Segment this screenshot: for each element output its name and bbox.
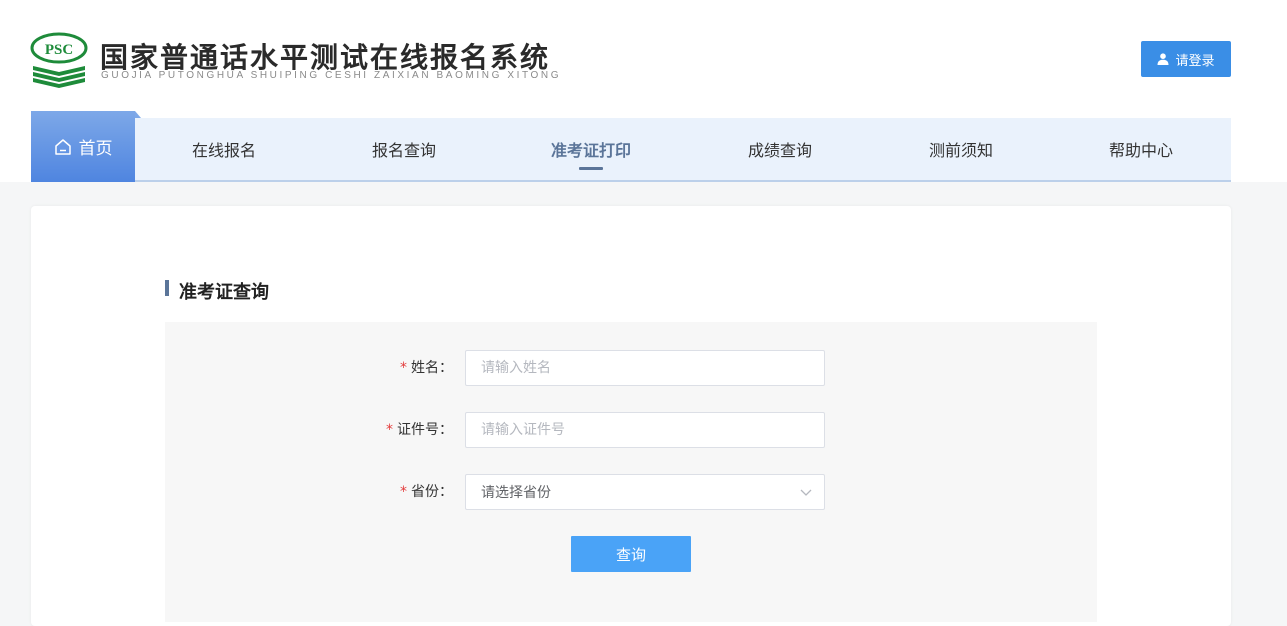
province-label: * 省份： xyxy=(400,484,453,500)
top-header: PSC 国家普通话水平测试在线报名系统 GUOJIA PUTONGHUA SHU… xyxy=(0,0,1287,182)
svg-text:PSC: PSC xyxy=(45,42,73,58)
nav-score-query[interactable]: 成绩查询 xyxy=(690,118,870,180)
id-number-label: * 证件号： xyxy=(386,422,453,438)
nav-online-registration[interactable]: 在线报名 xyxy=(134,118,314,180)
id-number-row: * 证件号： xyxy=(165,412,1097,448)
query-form: *姓名： *证件号： *省份： 请选择省份 查询 xyxy=(165,322,1097,622)
required-mark: * xyxy=(400,360,407,376)
query-button[interactable]: 查询 xyxy=(571,536,691,572)
required-mark: * xyxy=(400,484,407,500)
name-row: * 姓名： xyxy=(165,350,1097,386)
chevron-down-icon xyxy=(800,489,812,496)
main-nav: 首页 在线报名 报名查询 准考证打印 成绩查询 测前须知 帮助中心 xyxy=(31,111,1231,182)
nav-help-center[interactable]: 帮助中心 xyxy=(1051,118,1231,180)
user-icon xyxy=(1157,53,1169,65)
name-label: * 姓名： xyxy=(400,360,453,376)
home-icon xyxy=(54,138,71,155)
login-button[interactable]: 请登录 xyxy=(1141,41,1231,77)
id-number-input[interactable] xyxy=(465,412,825,448)
nav-admission-ticket-print[interactable]: 准考证打印 xyxy=(501,118,681,180)
province-row: * 省份： 请选择省份 xyxy=(165,474,1097,510)
province-select[interactable]: 请选择省份 xyxy=(465,474,825,510)
name-input[interactable] xyxy=(465,350,825,386)
nav-registration-query[interactable]: 报名查询 xyxy=(314,118,494,180)
section-title: 准考证查询 xyxy=(165,278,269,304)
login-label: 请登录 xyxy=(1175,53,1215,69)
psc-logo: PSC xyxy=(30,32,88,88)
nav-pre-test-notice[interactable]: 测前须知 xyxy=(871,118,1051,180)
required-mark: * xyxy=(386,422,393,438)
query-card: 准考证查询 *姓名： *证件号： *省份： 请选择省份 查询 xyxy=(31,206,1231,626)
province-placeholder: 请选择省份 xyxy=(481,485,551,501)
site-subtitle: GUOJIA PUTONGHUA SHUIPING CESHI ZAIXIAN … xyxy=(101,70,562,81)
nav-home[interactable]: 首页 xyxy=(31,111,141,182)
nav-home-label: 首页 xyxy=(78,139,113,159)
